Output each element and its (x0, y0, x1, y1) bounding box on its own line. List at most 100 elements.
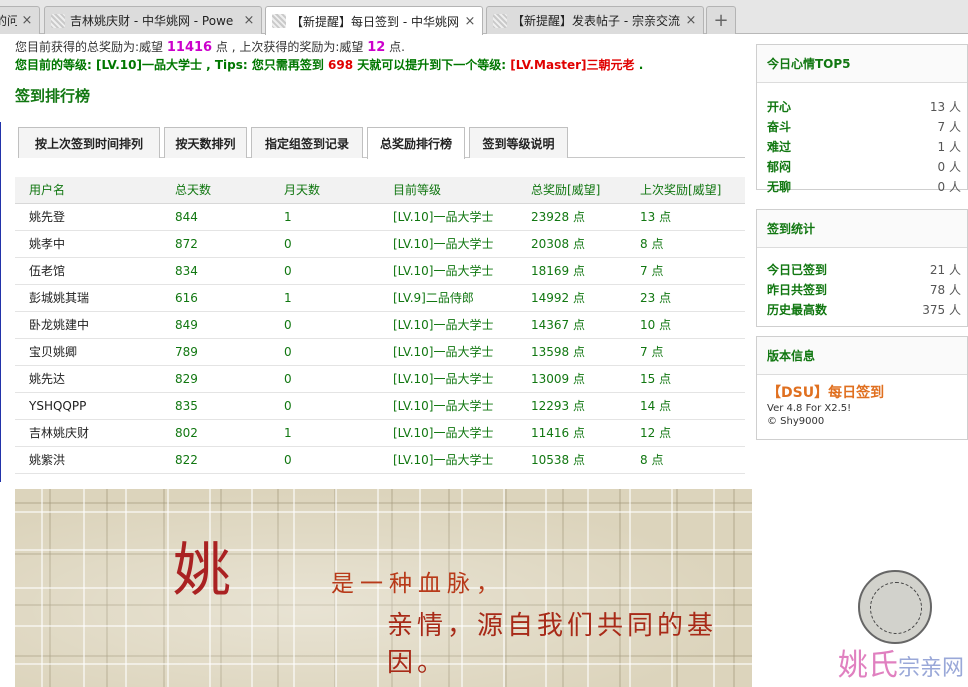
mood-title: 今日心情TOP5 (757, 45, 967, 83)
tab-close-icon[interactable]: × (685, 13, 697, 28)
cell-month-days: 0 (284, 345, 292, 359)
cell-level: [LV.10]一品大学士 (393, 372, 494, 386)
cell-username[interactable]: 姚紫洪 (29, 447, 65, 474)
cell-total-reward: 20308 点 (531, 237, 585, 251)
mood-row: 难过 1 人 (757, 137, 967, 157)
cell-username[interactable]: 姚先达 (29, 366, 65, 393)
header-month-days: 月天数 (284, 183, 321, 197)
days-needed-value: 698 (328, 58, 354, 72)
rank-tabs: 按上次签到时间排列 按天数排列 指定组签到记录 总奖励排行榜 签到等级说明 (18, 127, 745, 159)
header-username: 用户名 (29, 183, 66, 197)
mood-row: 开心 13 人 (757, 97, 967, 117)
next-level-value: [LV.Master]三朝元老 (510, 58, 635, 72)
tab-close-icon[interactable]: × (243, 13, 255, 28)
tab-level-info[interactable]: 签到等级说明 (469, 127, 568, 158)
cell-username[interactable]: 宝贝姚卿 (29, 339, 77, 366)
tab-close-icon[interactable]: × (21, 13, 33, 28)
cell-month-days: 1 (284, 426, 292, 440)
new-tab-button[interactable]: + (706, 6, 736, 34)
mood-top5-box: 今日心情TOP5 开心 13 人奋斗 7 人难过 1 人郁闷 0 人无聊 0 人 (756, 44, 968, 194)
banner-line-2: 亲情，源自我们共同的基因。 (387, 611, 718, 678)
site-banner: 姚 是一种血脉， 亲情，源自我们共同的基因。 (15, 489, 752, 687)
cell-username[interactable]: YSHQQPP (29, 393, 86, 420)
mood-label: 郁闷 (767, 160, 792, 174)
favicon-icon (51, 13, 65, 28)
version-title: 版本信息 (757, 337, 967, 375)
cell-last-reward: 23 点 (640, 291, 672, 305)
cell-total-days: 829 (175, 372, 198, 386)
cell-level: [LV.10]一品大学士 (393, 237, 494, 251)
cell-total-days: 822 (175, 453, 198, 467)
table-row: YSHQQPP 835 0 [LV.10]一品大学士 12293 点 14 点 (15, 393, 745, 420)
stat-label: 历史最高数 (767, 303, 828, 317)
tab-group-records[interactable]: 指定组签到记录 (251, 127, 363, 158)
watermark-text: 宗亲网 (898, 656, 965, 681)
cell-username[interactable]: 姚孝中 (29, 231, 65, 258)
table-row: 卧龙姚建中 849 0 [LV.10]一品大学士 14367 点 10 点 (15, 312, 745, 339)
mood-label: 开心 (767, 100, 792, 114)
cell-month-days: 0 (284, 318, 292, 332)
checkin-stats-box: 签到统计 今日已签到 21 人昨日共签到 78 人历史最高数 375 人 (756, 209, 968, 327)
tab-last-checkin-time[interactable]: 按上次签到时间排列 (18, 127, 160, 158)
level-info: 您目前的等级: [LV.10]一品大学士 , Tips: 您只需再签到 698 … (15, 56, 643, 73)
stat-label: 昨日共签到 (767, 283, 828, 297)
plus-icon: + (713, 10, 729, 31)
cell-username[interactable]: 彭城姚其瑞 (29, 285, 89, 312)
stat-row: 今日已签到 21 人 (757, 260, 967, 280)
reward-info: 您目前获得的总奖励为:威望 11416 点 , 上次获得的奖励为:威望 12 点… (15, 38, 405, 55)
version-info-box: 版本信息 【DSU】每日签到 Ver 4.8 For X2.5! © Shy90… (756, 336, 968, 440)
reward-text: 点. (385, 40, 405, 54)
mood-label: 无聊 (767, 180, 792, 194)
cell-username[interactable]: 卧龙姚建中 (29, 312, 89, 339)
browser-tab-2[interactable]: 吉林姚庆财 - 中华姚网 - Powe × (44, 6, 262, 34)
dsu-checkin-link[interactable]: 【DSU】每日签到 (767, 382, 884, 402)
cell-month-days: 0 (284, 453, 292, 467)
cell-total-reward: 10538 点 (531, 453, 585, 467)
cell-last-reward: 14 点 (640, 399, 672, 413)
browser-tab-4[interactable]: 【新提醒】发表帖子 - 宗亲交流 × (486, 6, 704, 34)
tab-by-days[interactable]: 按天数排列 (164, 127, 247, 158)
cell-total-reward: 13598 点 (531, 345, 585, 359)
cell-last-reward: 12 点 (640, 426, 672, 440)
stat-label: 今日已签到 (767, 263, 828, 277)
table-row: 宝贝姚卿 789 0 [LV.10]一品大学士 13598 点 7 点 (15, 339, 745, 366)
table-row: 彭城姚其瑞 616 1 [LV.9]二品侍郎 14992 点 23 点 (15, 285, 745, 312)
cell-last-reward: 8 点 (640, 453, 664, 467)
browser-tab-3[interactable]: 【新提醒】每日签到 - 中华姚网 × (265, 6, 483, 35)
cell-total-days: 789 (175, 345, 198, 359)
page-content: 您目前获得的总奖励为:威望 11416 点 , 上次获得的奖励为:威望 12 点… (0, 35, 968, 687)
cell-username[interactable]: 吉林姚庆财 (29, 420, 89, 447)
cell-level: [LV.9]二品侍郎 (393, 291, 474, 305)
rank-title: 签到排行榜 (15, 87, 91, 105)
header-last-reward: 上次奖励[威望] (640, 183, 722, 197)
main-column: 您目前获得的总奖励为:威望 11416 点 , 上次获得的奖励为:威望 12 点… (0, 35, 752, 687)
cell-month-days: 1 (284, 210, 292, 224)
cell-total-days: 616 (175, 291, 198, 305)
favicon-icon (493, 13, 507, 28)
cell-month-days: 0 (284, 399, 292, 413)
cell-username[interactable]: 伍老馆 (29, 258, 65, 285)
stat-value: 375 人 (922, 303, 961, 317)
cell-total-reward: 11416 点 (531, 426, 585, 440)
browser-tab-title: 吉林姚庆财 - 中华姚网 - Powe (70, 14, 234, 28)
tab-close-icon[interactable]: × (464, 14, 476, 29)
level-text: . (634, 58, 644, 72)
cell-level: [LV.10]一品大学士 (393, 453, 494, 467)
browser-tab-1[interactable]: 的问 × (0, 6, 40, 34)
mood-value: 0 人 (937, 160, 961, 174)
banner-line-1: 是一种血脉， (331, 571, 505, 597)
cell-level: [LV.10]一品大学士 (393, 426, 494, 440)
cell-last-reward: 7 点 (640, 264, 664, 278)
tab-total-reward[interactable]: 总奖励排行榜 (367, 127, 465, 159)
cell-username[interactable]: 姚先登 (29, 204, 65, 231)
header-total-days: 总天数 (175, 183, 212, 197)
table-row: 吉林姚庆财 802 1 [LV.10]一品大学士 11416 点 12 点 (15, 420, 745, 447)
cell-total-reward: 23928 点 (531, 210, 585, 224)
mood-label: 难过 (767, 140, 792, 154)
seal-emblem (858, 570, 932, 644)
cell-level: [LV.10]一品大学士 (393, 264, 494, 278)
cell-total-days: 802 (175, 426, 198, 440)
stat-value: 78 人 (929, 283, 961, 297)
browser-tab-title: 【新提醒】每日签到 - 中华姚网 (291, 14, 459, 29)
mood-value: 13 人 (929, 100, 961, 114)
